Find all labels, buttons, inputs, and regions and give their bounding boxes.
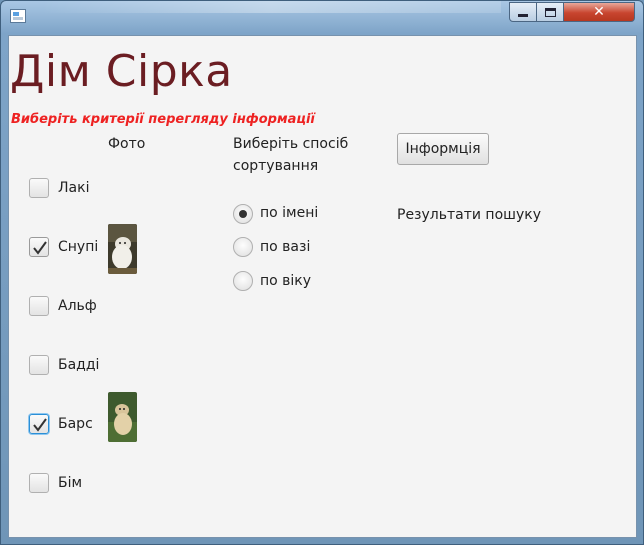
search-results-label: Результати пошуку [397,207,541,223]
checkbox-label-bars[interactable]: Барс [58,416,93,432]
checkbox-bars[interactable] [29,414,49,434]
dog-photo-bars [108,392,137,442]
checkbox-label-laki[interactable]: Лакі [58,180,89,196]
app-window-icon[interactable] [10,9,26,23]
checkbox-snupi[interactable] [29,237,49,257]
dog-photo-snupi [108,224,137,274]
close-button[interactable]: ✕ [563,2,635,22]
radio-label-sort-by-age[interactable]: по віку [260,273,311,289]
blurred-background-tabs [41,1,501,13]
checkbox-label-bim[interactable]: Бім [58,475,82,491]
sort-label-line1: Виберіть спосіб [233,136,349,152]
checkmark-icon [33,241,47,255]
checkbox-alf[interactable] [29,296,49,316]
sort-label-line2: сортування [233,158,319,174]
maximize-button[interactable] [536,2,564,22]
checkbox-baddi[interactable] [29,355,49,375]
checkbox-label-snupi[interactable]: Снупі [58,239,98,255]
info-button[interactable]: Інформція [397,133,489,165]
page-title: Дім Сірка [10,46,233,97]
criteria-subtitle: Виберіть критерії перегляду інформації [11,112,315,127]
checkbox-label-baddi[interactable]: Бадді [58,357,99,373]
maximize-icon [544,7,556,17]
radio-sort-by-name[interactable] [233,204,253,224]
checkbox-bim[interactable] [29,473,49,493]
radio-sort-by-weight[interactable] [233,237,253,257]
title-bar[interactable]: ✕ [1,1,643,35]
application-window: ✕ Дім Сірка Виберіть критерії перегляду … [0,0,644,545]
radio-label-sort-by-name[interactable]: по імені [260,205,318,221]
close-icon: ✕ [593,4,605,20]
client-area: Дім Сірка Виберіть критерії перегляду ін… [8,35,637,538]
radio-label-sort-by-weight[interactable]: по вазі [260,239,310,255]
checkbox-label-alf[interactable]: Альф [58,298,97,314]
minimize-icon [518,13,528,17]
checkmark-icon [33,418,47,432]
checkbox-laki[interactable] [29,178,49,198]
radio-sort-by-age[interactable] [233,271,253,291]
minimize-button[interactable] [509,2,537,22]
photo-column-label: Фото [108,136,146,152]
